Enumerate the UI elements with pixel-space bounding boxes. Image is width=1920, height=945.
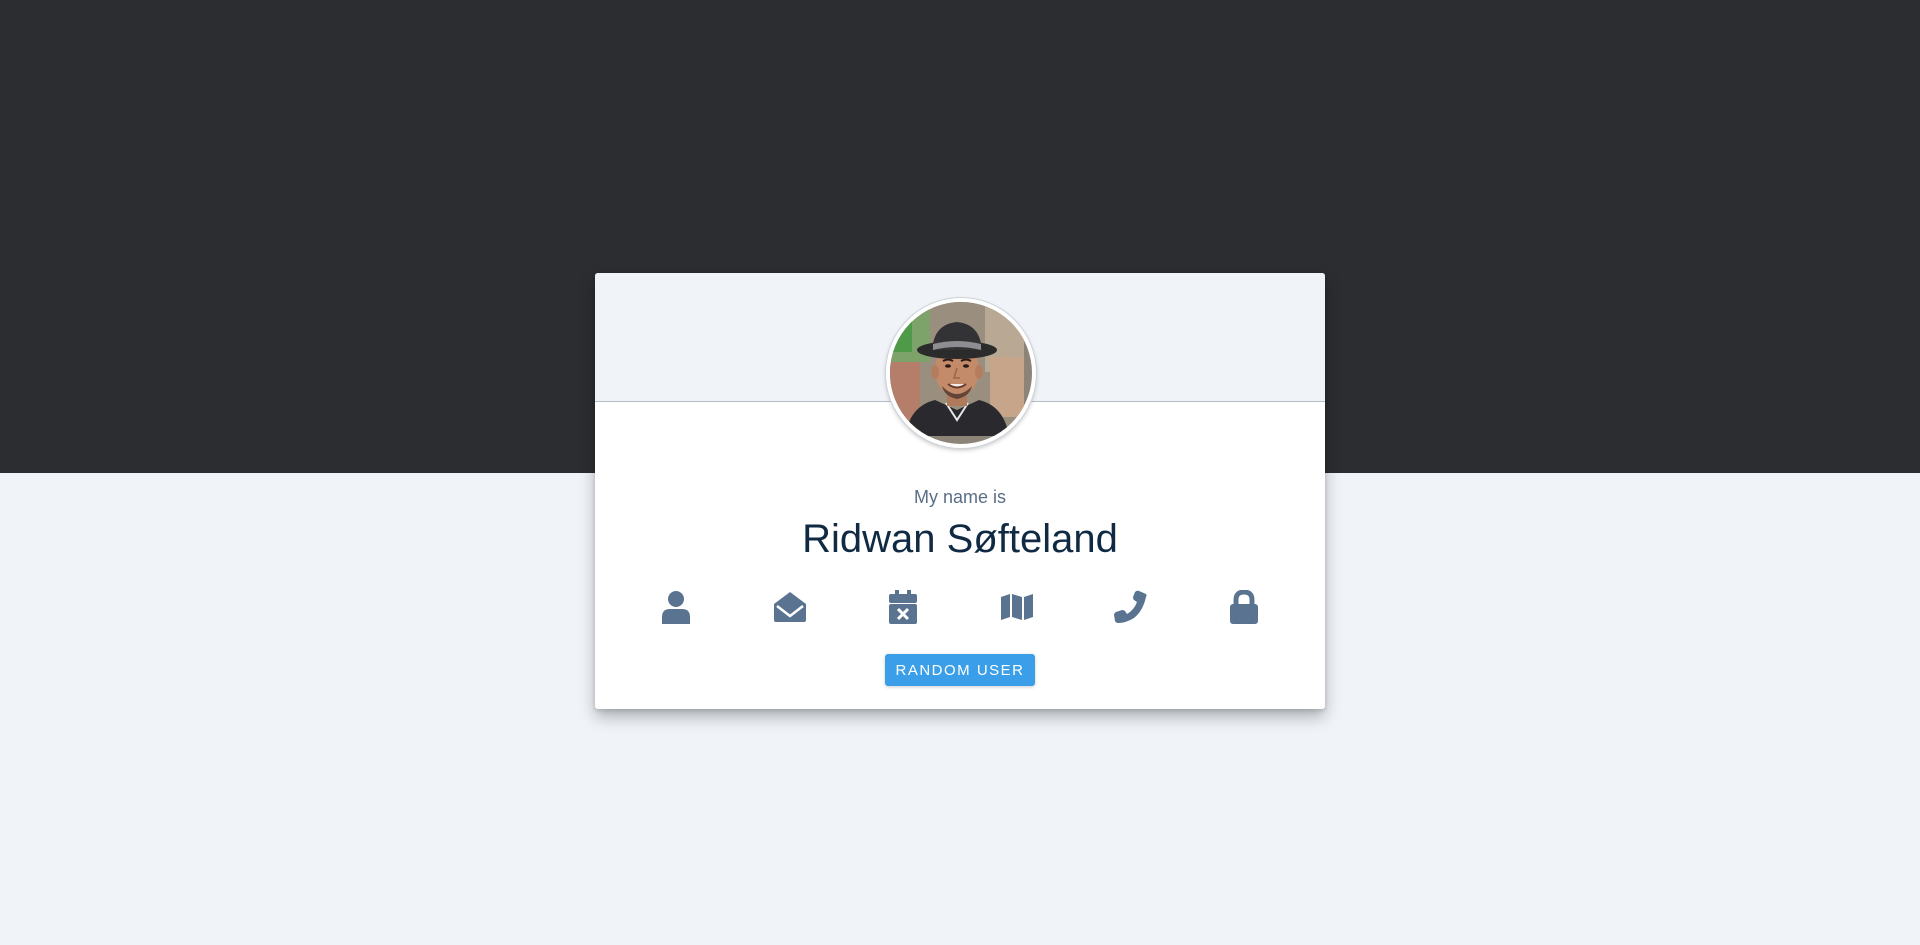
- user-name: Ridwan Søfteland: [802, 517, 1118, 561]
- lock-icon[interactable]: [1224, 587, 1264, 627]
- random-user-button[interactable]: RANDOM USER: [885, 654, 1035, 686]
- avatar: [886, 298, 1036, 448]
- avatar-photo: [890, 302, 1024, 436]
- field-label: My name is: [913, 487, 1007, 507]
- calendar-times-icon[interactable]: [883, 587, 923, 627]
- phone-icon[interactable]: [1110, 587, 1150, 627]
- profile-card: My name is Ridwan Søfteland RANDOM USER: [595, 273, 1325, 709]
- map-icon[interactable]: [997, 587, 1037, 627]
- page: My name is Ridwan Søfteland RANDOM USER: [0, 0, 1920, 945]
- envelope-open-icon[interactable]: [770, 587, 810, 627]
- info-icon-bar: [595, 587, 1325, 627]
- user-icon[interactable]: [656, 587, 696, 627]
